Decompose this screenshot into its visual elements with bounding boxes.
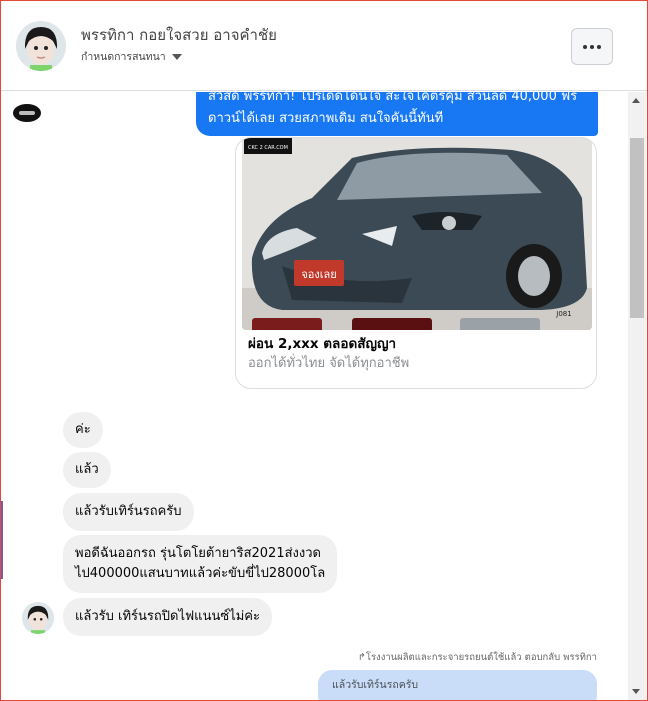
conversation-settings-label: กำหนดการสนทนา xyxy=(81,51,166,63)
photo-logo-text: CKC 2 CAR.COM xyxy=(248,145,288,151)
caret-down-icon xyxy=(171,53,182,60)
quoted-reply[interactable]: แล้วรับเทิร์นรถครับ xyxy=(318,670,597,700)
reply-context-text: โรงงานผลิตและกระจายรถยนต์ใช้แล้ว ตอบกลับ… xyxy=(365,652,597,663)
outgoing-message: สวัสดี พรรทิกา! โปรเด็ดโดนใจ สะใจโคตรคุ้… xyxy=(196,92,598,136)
incoming-message-multiline: พอดีฉันออกรถ รุ่นโตโยต้ายาริส2021ส่งงวด … xyxy=(63,535,338,593)
conversation-settings[interactable]: กำหนดการสนทนา xyxy=(81,48,182,65)
incoming-message: แล้ว xyxy=(63,452,111,488)
photo-tag-text: จองเลย xyxy=(301,268,336,281)
scrollbar-thumb[interactable] xyxy=(630,138,644,318)
contact-avatar[interactable] xyxy=(16,21,66,71)
incoming-message: แล้วรับ เทิร์นรถปิดไฟแนนซ์ไม่ค่ะ xyxy=(63,598,272,636)
incoming-message: แล้วรับเทิร์นรถครับ xyxy=(63,493,194,531)
message-line: ไป400000แสนบาทแล้วค่ะขับขี่ไป28000โล xyxy=(75,566,326,581)
promo-card[interactable]: จองเลย CKC 2 CAR.COM J081 ผ่อน 2,xxx ตลอ… xyxy=(235,137,597,389)
left-edge-accent xyxy=(1,501,3,579)
contact-name[interactable]: พรรทิกา กอยใจสวย อาจคำชัย xyxy=(81,23,277,47)
message-thread[interactable]: สวัสดี พรรทิกา! โปรเด็ดโดนใจ สะใจโคตรคุ้… xyxy=(1,92,627,700)
photo-code-text: J081 xyxy=(555,310,571,318)
scrollbar[interactable] xyxy=(628,92,646,700)
more-options-button[interactable] xyxy=(571,28,613,65)
sender-avatar[interactable] xyxy=(22,602,54,634)
message-line: พอดีฉันออกรถ รุ่นโตโยต้ายาริส2021ส่งงวด xyxy=(75,546,321,561)
page-logo-avatar xyxy=(13,104,41,122)
scroll-up-arrow-icon[interactable] xyxy=(632,98,640,103)
conversation-header: พรรทิกา กอยใจสวย อาจคำชัย กำหนดการสนทนา xyxy=(1,1,647,91)
messenger-window: พรรทิกา กอยใจสวย อาจคำชัย กำหนดการสนทนา … xyxy=(0,0,648,701)
reply-arrow-icon: ↱ xyxy=(357,652,366,663)
car-photo: จองเลย CKC 2 CAR.COM J081 xyxy=(242,138,592,330)
card-title: ผ่อน 2,xxx ตลอดสัญญา xyxy=(248,336,397,352)
card-subtitle: ออกได้ทั่วไทย จัดได้ทุกอาชีพ xyxy=(248,356,410,371)
scroll-down-arrow-icon[interactable] xyxy=(632,689,640,694)
more-horizontal-icon xyxy=(583,44,587,49)
incoming-message: ค่ะ xyxy=(63,412,103,448)
reply-context: ↱โรงงานผลิตและกระจายรถยนต์ใช้แล้ว ตอบกลั… xyxy=(358,650,597,665)
